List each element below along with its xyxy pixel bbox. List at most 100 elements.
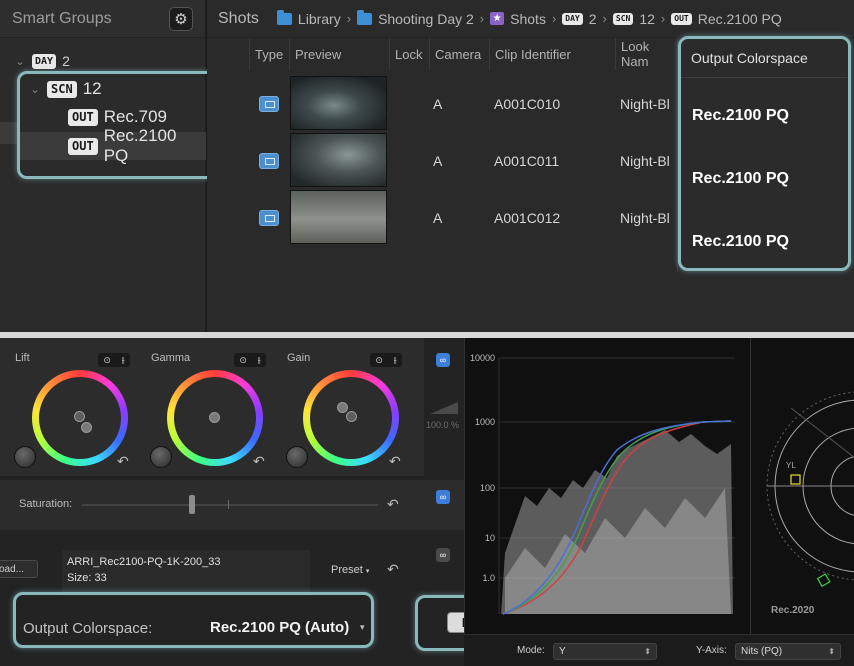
saturation-slider-thumb[interactable] bbox=[189, 495, 195, 514]
waveform-y-labels: 10000 1000 100 10 1.0 bbox=[470, 353, 495, 583]
column-header-type[interactable]: Type bbox=[249, 38, 289, 70]
lift-reset-icon[interactable]: ↶ bbox=[117, 453, 129, 470]
column-header-lock[interactable]: Lock bbox=[389, 38, 429, 70]
smart-groups-sidebar: Smart Groups ⚙ ⌄ DAY 2 ⌄ SCN 12 OUT Rec.… bbox=[0, 0, 206, 332]
gain-tools[interactable]: ⊙ ⫲ bbox=[370, 353, 402, 367]
breadcrumb-library[interactable]: Library bbox=[298, 11, 341, 27]
smart-groups-header: Smart Groups ⚙ bbox=[0, 0, 205, 38]
clip-thumbnail[interactable] bbox=[290, 190, 387, 244]
saturation-slider-track[interactable] bbox=[82, 504, 378, 506]
shots-title: Shots bbox=[218, 9, 259, 27]
breadcrumb-separator: › bbox=[346, 11, 352, 26]
clip-type-icon bbox=[259, 153, 279, 169]
camera-cell: A bbox=[433, 153, 443, 169]
chevron-down-icon: ▾ bbox=[365, 568, 370, 575]
target-icon[interactable]: ⊙ bbox=[239, 355, 247, 366]
column-header-clip-identifier[interactable]: Clip Identifier bbox=[489, 38, 615, 70]
gamma-master-dial[interactable] bbox=[150, 446, 172, 468]
vectorscope: YL Rec.2020 bbox=[750, 338, 854, 634]
mode-select[interactable]: Y ⬍ bbox=[553, 643, 657, 660]
lift-puck[interactable] bbox=[81, 422, 92, 433]
selected-row-edge bbox=[0, 122, 20, 144]
gain-puck[interactable] bbox=[337, 402, 348, 413]
scope-settings-bar: Mode: Y ⬍ Y-Axis: Nits (PQ) ⬍ bbox=[464, 634, 854, 666]
look-name-cell: Night-Bl bbox=[620, 153, 670, 169]
output-colorspace-cell: Rec.2100 PQ bbox=[692, 170, 789, 187]
gear-icon[interactable]: ⚙ bbox=[169, 6, 193, 31]
scene-badge: SCN bbox=[47, 80, 77, 98]
look-name-cell: Night-Bl bbox=[620, 96, 670, 112]
link-icon[interactable]: ∞ bbox=[436, 490, 450, 504]
clip-thumbnail[interactable] bbox=[290, 76, 387, 130]
range-readout: 100.0 % bbox=[426, 420, 460, 430]
clip-type-icon bbox=[259, 210, 279, 226]
sliders-icon[interactable]: ⫲ bbox=[258, 355, 261, 366]
breadcrumb-shots[interactable]: Shots bbox=[510, 11, 546, 27]
y-label-1: 1.0 bbox=[482, 573, 495, 583]
chevron-down-icon[interactable]: ⌄ bbox=[14, 55, 26, 68]
yaxis-select[interactable]: Nits (PQ) ⬍ bbox=[735, 643, 841, 660]
breadcrumb-shooting-day[interactable]: Shooting Day 2 bbox=[378, 11, 474, 27]
output-colorspace-column: Output Colorspace Rec.2100 PQ Rec.2100 P… bbox=[677, 38, 847, 272]
column-header-camera[interactable]: Camera bbox=[429, 38, 489, 70]
saturation-center-tick bbox=[228, 500, 229, 509]
chevron-down-icon[interactable]: ▾ bbox=[360, 622, 365, 633]
lut-size: Size: 33 bbox=[67, 572, 107, 584]
scene-label: 12 bbox=[82, 79, 102, 98]
column-header-look-name[interactable]: Look Nam bbox=[615, 38, 679, 70]
lift-tools[interactable]: ⊙ ⫲ bbox=[98, 353, 130, 367]
sliders-icon[interactable]: ⫲ bbox=[394, 355, 397, 366]
tree-item-output-rec2100pq[interactable]: OUT Rec.2100 PQ bbox=[68, 126, 205, 165]
saturation-label: Saturation: bbox=[19, 498, 73, 510]
lut-reset-icon[interactable]: ↶ bbox=[387, 561, 399, 578]
saturation-reset-icon[interactable]: ↶ bbox=[387, 496, 399, 513]
load-lut-button[interactable]: oad... bbox=[0, 560, 38, 578]
target-icon[interactable]: ⊙ bbox=[103, 355, 111, 366]
lift-master-dial[interactable] bbox=[14, 446, 36, 468]
tree-item-day[interactable]: ⌄ DAY 2 bbox=[14, 48, 69, 74]
waveform-scope: 10000 1000 100 10 1.0 bbox=[464, 338, 750, 634]
breadcrumb-separator: › bbox=[551, 11, 557, 26]
gamma-reset-icon[interactable]: ↶ bbox=[253, 453, 265, 470]
breadcrumb-scene[interactable]: 12 bbox=[639, 11, 655, 27]
output-colorspace-cell: Rec.2100 PQ bbox=[692, 107, 789, 124]
breadcrumb: Shots Library › Shooting Day 2 › ★ Shots… bbox=[207, 0, 854, 38]
gain-reset-icon[interactable]: ↶ bbox=[389, 453, 401, 470]
waveform-trace bbox=[501, 420, 733, 616]
y-label-1000: 1000 bbox=[475, 417, 495, 427]
clip-id-cell: A001C011 bbox=[494, 153, 560, 169]
column-header-preview[interactable]: Preview bbox=[289, 38, 389, 70]
output-label: Rec.709 bbox=[103, 107, 168, 126]
clip-id-cell: A001C010 bbox=[494, 96, 561, 112]
preset-label: Preset bbox=[331, 564, 363, 576]
lut-name: ARRI_Rec2100-PQ-1K-200_33 bbox=[67, 556, 221, 568]
breadcrumb-output[interactable]: Rec.2100 PQ bbox=[698, 11, 782, 27]
link-icon[interactable]: ∞ bbox=[436, 548, 450, 562]
output-colorspace-label: Output Colorspace: bbox=[23, 620, 153, 637]
breadcrumb-separator: › bbox=[479, 11, 485, 26]
column-header-output-colorspace[interactable]: Output Colorspace bbox=[678, 38, 847, 78]
clip-thumbnail[interactable] bbox=[290, 133, 387, 187]
chevron-down-icon[interactable]: ⌄ bbox=[29, 83, 41, 96]
waveform-svg: 10000 1000 100 10 1.0 bbox=[470, 353, 735, 616]
breadcrumb-separator: › bbox=[602, 11, 607, 26]
link-icon[interactable]: ∞ bbox=[436, 353, 450, 367]
day-badge: DAY bbox=[32, 53, 57, 69]
output-colorspace-value[interactable]: Rec.2100 PQ (Auto) bbox=[210, 619, 349, 636]
green-target bbox=[816, 573, 831, 588]
sliders-icon[interactable]: ⫲ bbox=[122, 355, 125, 366]
day-badge: DAY bbox=[562, 12, 583, 25]
out-badge: OUT bbox=[68, 137, 98, 155]
gamma-tools[interactable]: ⊙ ⫲ bbox=[234, 353, 266, 367]
yaxis-value: Nits (PQ) bbox=[741, 646, 783, 657]
tree-item-scene[interactable]: ⌄ SCN 12 bbox=[29, 76, 102, 102]
gamma-puck[interactable] bbox=[209, 412, 220, 423]
breadcrumb-day[interactable]: 2 bbox=[589, 11, 597, 27]
preset-dropdown[interactable]: Preset ▾ bbox=[331, 564, 369, 576]
camera-cell: A bbox=[433, 96, 443, 112]
output-colorspace-panel: Output Colorspace: Rec.2100 PQ (Auto) ▾ bbox=[0, 600, 464, 666]
lut-info-box: ARRI_Rec2100-PQ-1K-200_33 Size: 33 bbox=[62, 550, 310, 596]
gain-master-dial[interactable] bbox=[286, 446, 308, 468]
target-icon[interactable]: ⊙ bbox=[375, 355, 383, 366]
gamma-label: Gamma bbox=[151, 352, 191, 364]
